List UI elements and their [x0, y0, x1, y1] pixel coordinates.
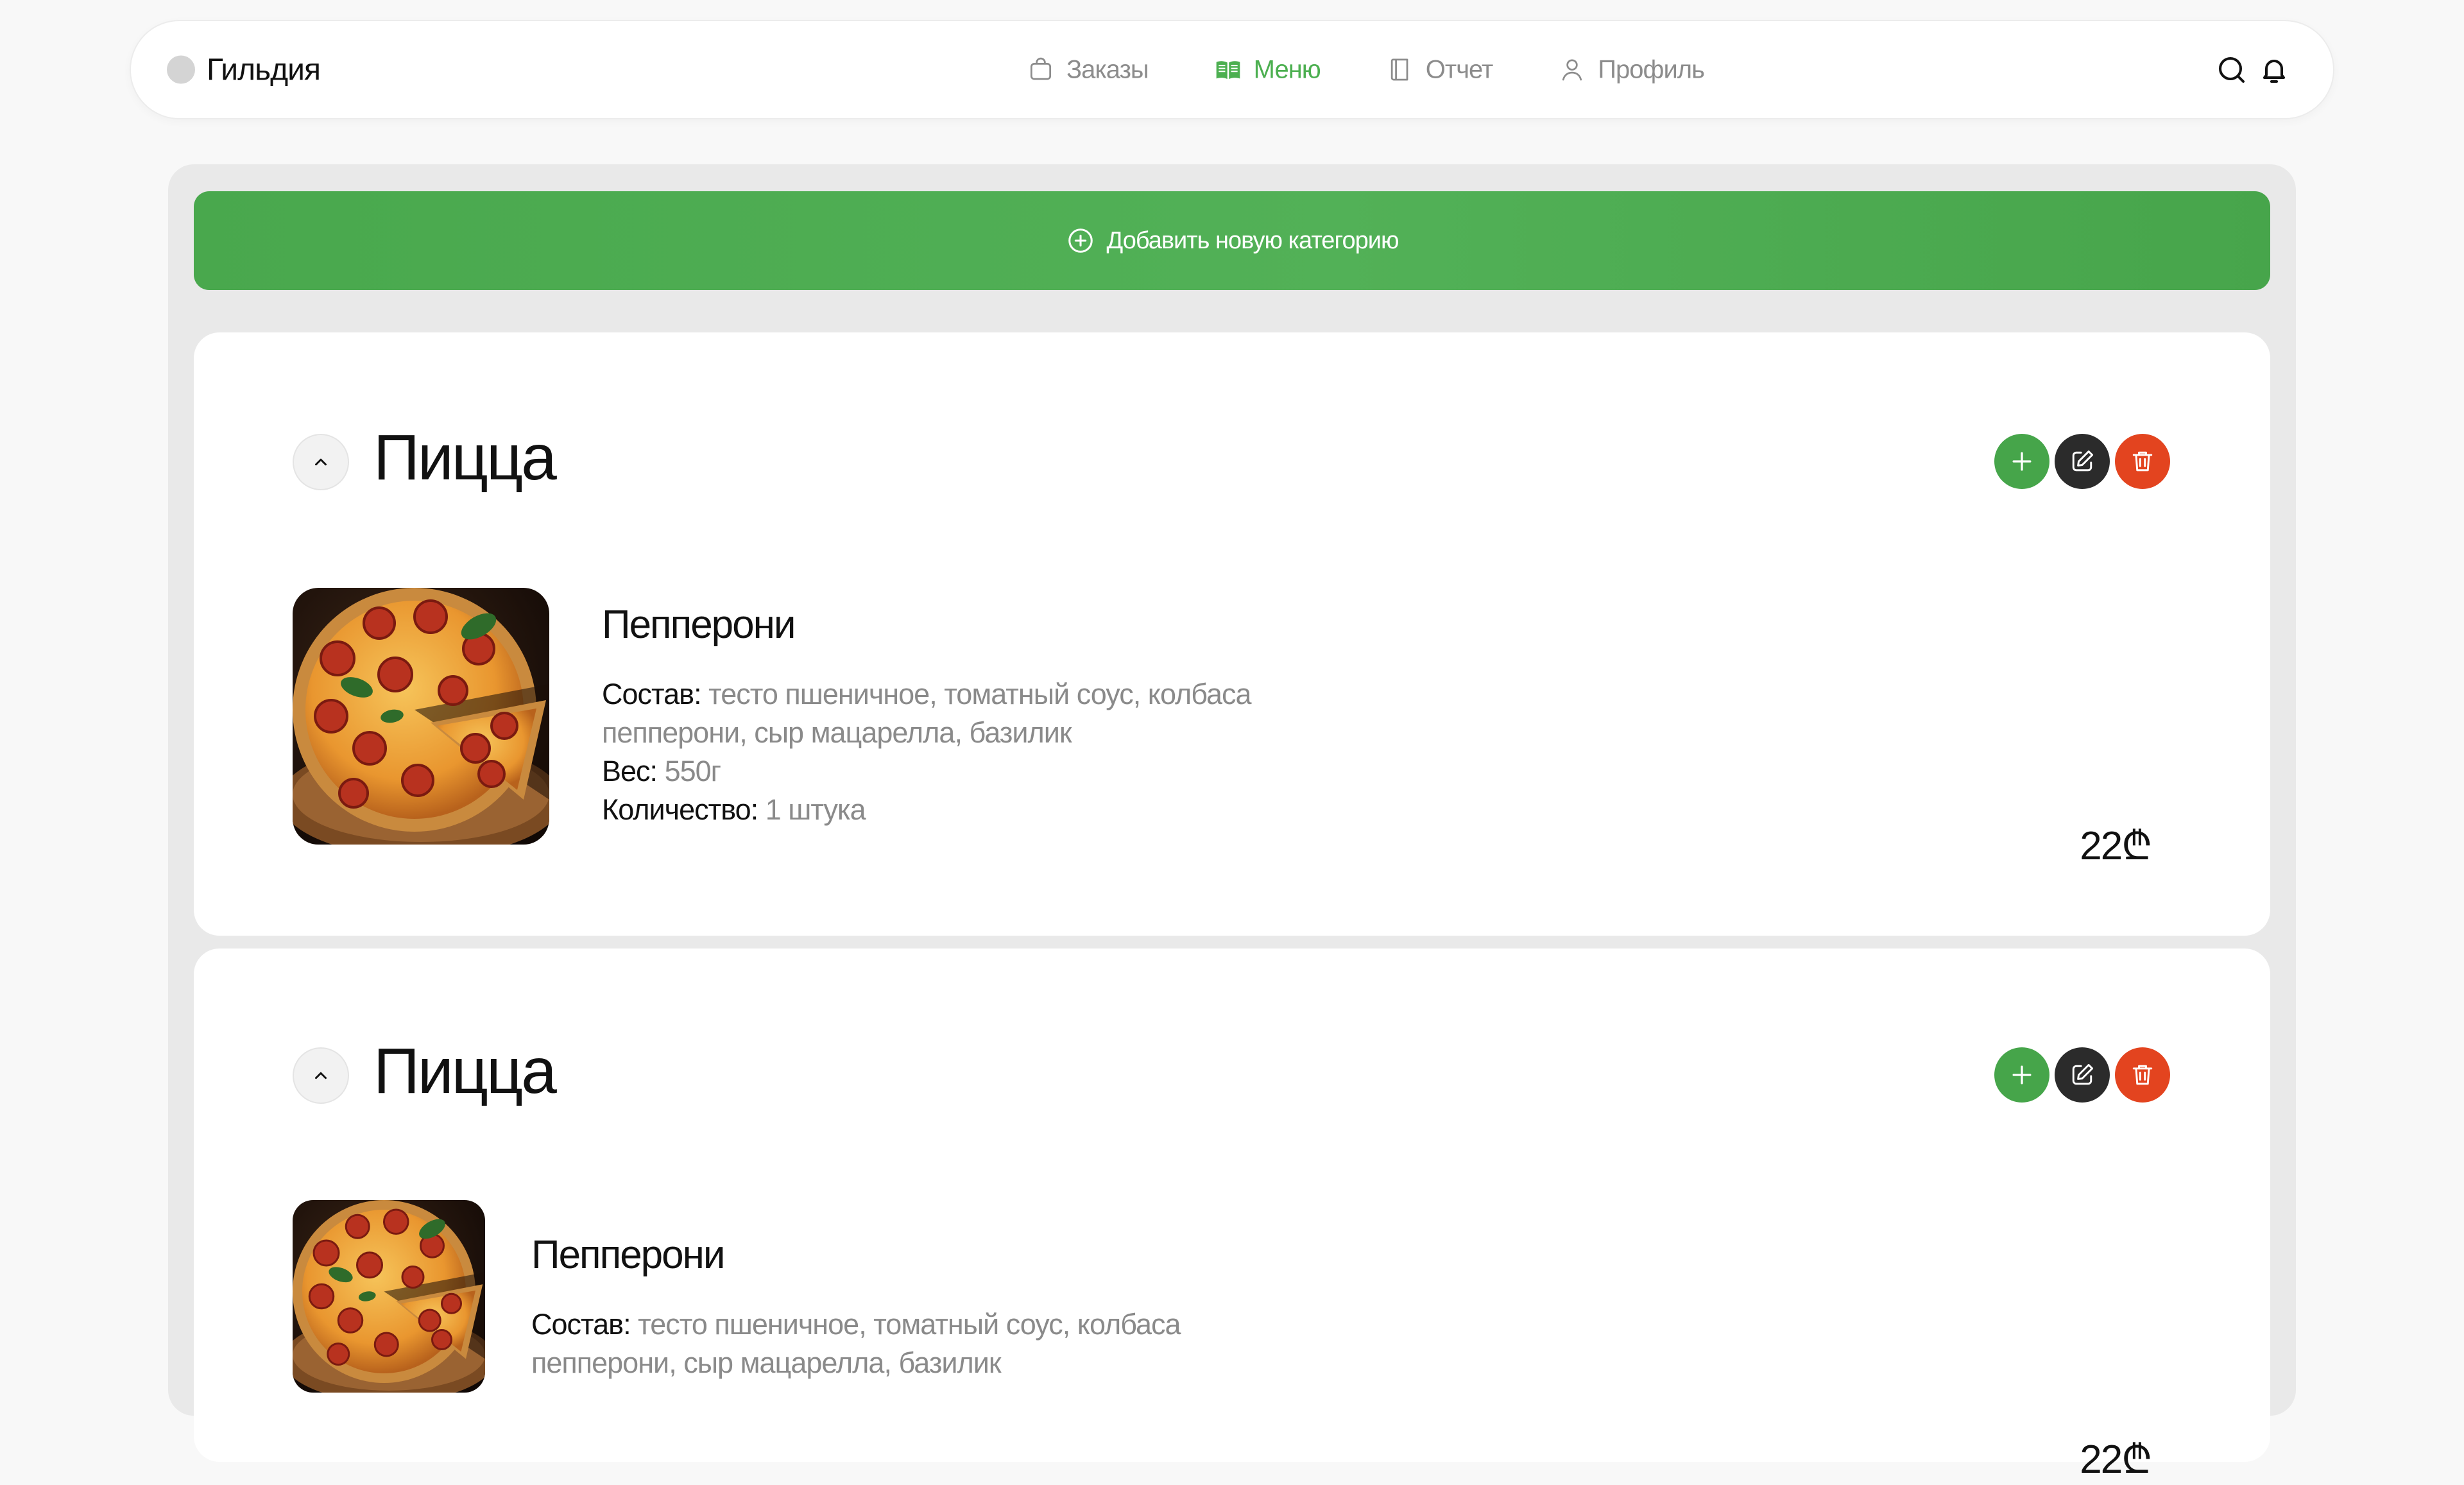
composition-value: тесто пшеничное, томатный соус, колбаса — [708, 678, 1251, 710]
add-category-label: Добавить новую категорию — [1106, 227, 1399, 254]
chevron-up-icon — [315, 1072, 327, 1079]
quantity-row: Количество: 1 штука — [602, 791, 1251, 829]
pizza-image — [293, 1200, 485, 1393]
plus-icon — [2012, 1065, 2032, 1085]
main-nav: Заказы Меню Отчет Профиль — [1027, 55, 1705, 84]
item-name: Пепперони — [602, 603, 796, 647]
edit-icon — [2072, 450, 2094, 472]
header-tools — [2205, 55, 2289, 85]
menu-editor: Добавить новую категорию Пицца Пепперони… — [168, 164, 2296, 1482]
pizza-image — [293, 588, 549, 845]
delete-category-button[interactable] — [2115, 434, 2170, 489]
composition-label: Состав: — [602, 678, 702, 710]
composition-row: Состав: тесто пшеничное, томатный соус, … — [531, 1305, 1181, 1344]
nav-item-report[interactable]: Отчет — [1386, 55, 1493, 84]
chevron-up-icon — [315, 458, 327, 466]
weight-label: Вес: — [602, 755, 658, 787]
item-name: Пепперони — [531, 1233, 726, 1277]
item-image[interactable] — [293, 588, 549, 845]
user-icon — [1562, 59, 1582, 81]
quantity-value: 1 штука — [765, 793, 866, 826]
trash-icon — [2132, 1065, 2153, 1085]
item-details: Состав: тесто пшеничное, томатный соус, … — [531, 1305, 1181, 1382]
add-category-button[interactable]: Добавить новую категорию — [194, 191, 2270, 290]
nav-item-profile[interactable]: Профиль — [1558, 55, 1705, 84]
composition-value-continued: пепперони, сыр мацарелла, базилик — [531, 1346, 1002, 1379]
composition-value: тесто пшеничное, томатный соус, колбаса — [638, 1308, 1181, 1341]
item-price: 22₾ — [2080, 824, 2152, 868]
composition-label: Состав: — [531, 1308, 631, 1341]
category-actions — [1989, 1047, 2170, 1103]
add-item-button[interactable] — [1994, 1047, 2049, 1103]
plus-icon — [2012, 452, 2032, 471]
category-card: Пицца Пепперони Состав: тесто пшеничное,… — [194, 332, 2270, 936]
nav-item-label: Меню — [1253, 55, 1321, 83]
delete-category-button[interactable] — [2115, 1047, 2170, 1103]
add-item-button[interactable] — [1994, 434, 2049, 489]
nav-item-label: Заказы — [1066, 55, 1149, 83]
report-book-icon — [1390, 58, 1408, 81]
nav-item-label: Отчет — [1425, 55, 1494, 83]
quantity-label: Количество: — [602, 793, 758, 826]
trash-icon — [2132, 451, 2153, 472]
search-icon[interactable] — [2216, 55, 2247, 85]
brand-logo — [167, 55, 195, 84]
category-card: Пицца Пепперони Состав: тесто пшеничное,… — [194, 949, 2270, 1482]
brand[interactable]: Гильдия — [167, 52, 321, 87]
nav-item-label: Профиль — [1598, 55, 1705, 83]
category-title: Пицца — [373, 422, 557, 494]
bell-icon[interactable] — [2259, 55, 2289, 85]
item-details: Состав: тесто пшеничное, томатный соус, … — [602, 675, 1252, 829]
edit-category-button[interactable] — [2055, 1047, 2110, 1103]
composition-row: Состав: тесто пшеничное, томатный соус, … — [602, 675, 1252, 714]
composition-value-continued: пепперони, сыр мацарелла, базилик — [602, 716, 1072, 749]
collapse-category-button[interactable] — [293, 1047, 349, 1104]
brand-name: Гильдия — [207, 53, 321, 87]
weight-row: Вес: 550г — [602, 752, 1251, 791]
weight-value: 550г — [664, 755, 721, 787]
nav-item-orders[interactable]: Заказы — [1027, 55, 1149, 84]
item-price: 22₾ — [2080, 1438, 2152, 1482]
edit-category-button[interactable] — [2055, 434, 2110, 489]
category-actions — [1989, 434, 2170, 489]
top-navigation-bar: Гильдия Заказы Меню Отчет Профиль — [130, 20, 2334, 119]
category-title: Пицца — [373, 1035, 557, 1107]
bag-icon — [1030, 57, 1052, 80]
nav-item-menu[interactable]: Меню — [1214, 55, 1321, 84]
collapse-category-button[interactable] — [293, 434, 349, 490]
edit-icon — [2072, 1063, 2094, 1085]
menu-book-icon — [1216, 61, 1240, 80]
item-image[interactable] — [293, 1200, 485, 1393]
plus-circle-icon — [1068, 228, 1093, 253]
